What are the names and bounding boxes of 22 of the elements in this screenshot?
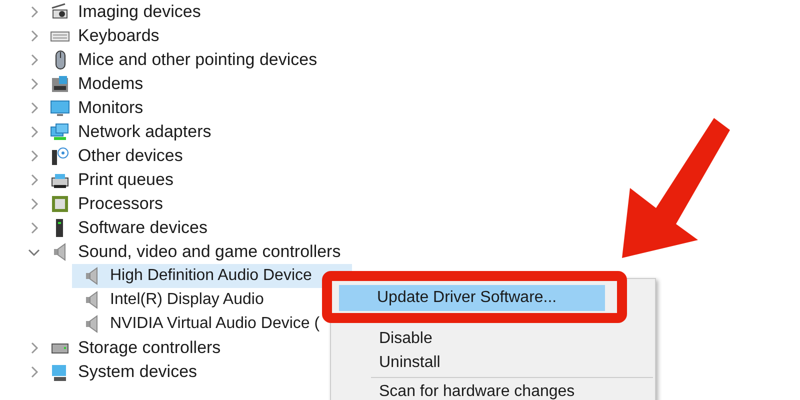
tree-item[interactable]: Other devices — [78, 146, 183, 166]
monitor-icon — [50, 98, 70, 118]
tree-item[interactable]: Keyboards — [78, 26, 160, 46]
tree-item[interactable]: System devices — [78, 362, 198, 382]
question-icon — [50, 146, 70, 166]
tree-item[interactable]: Processors — [78, 194, 164, 214]
tree-item[interactable]: Print queues — [78, 170, 174, 190]
tree-item[interactable]: Network adapters — [78, 122, 212, 142]
tree-item[interactable]: Modems — [78, 74, 144, 94]
tree-item[interactable]: Intel(R) Display Audio — [72, 288, 304, 312]
tree-item[interactable]: Software devices — [78, 218, 208, 238]
tree-item[interactable]: High Definition Audio Device — [72, 264, 352, 288]
menu-item[interactable]: Uninstall — [333, 351, 653, 375]
menu-item[interactable]: Update Driver Software... — [339, 285, 605, 311]
menu-item[interactable]: Scan for hardware changes — [333, 380, 653, 400]
network-icon — [50, 122, 70, 142]
tree-item[interactable]: Storage controllers — [78, 338, 221, 358]
tree-item[interactable]: Imaging devices — [78, 2, 201, 22]
tree-item[interactable]: Monitors — [78, 98, 144, 118]
tree-item[interactable]: Mice and other pointing devices — [78, 50, 318, 70]
chip-icon — [50, 194, 70, 214]
tree-item[interactable]: Sound, video and game controllers — [78, 242, 341, 262]
